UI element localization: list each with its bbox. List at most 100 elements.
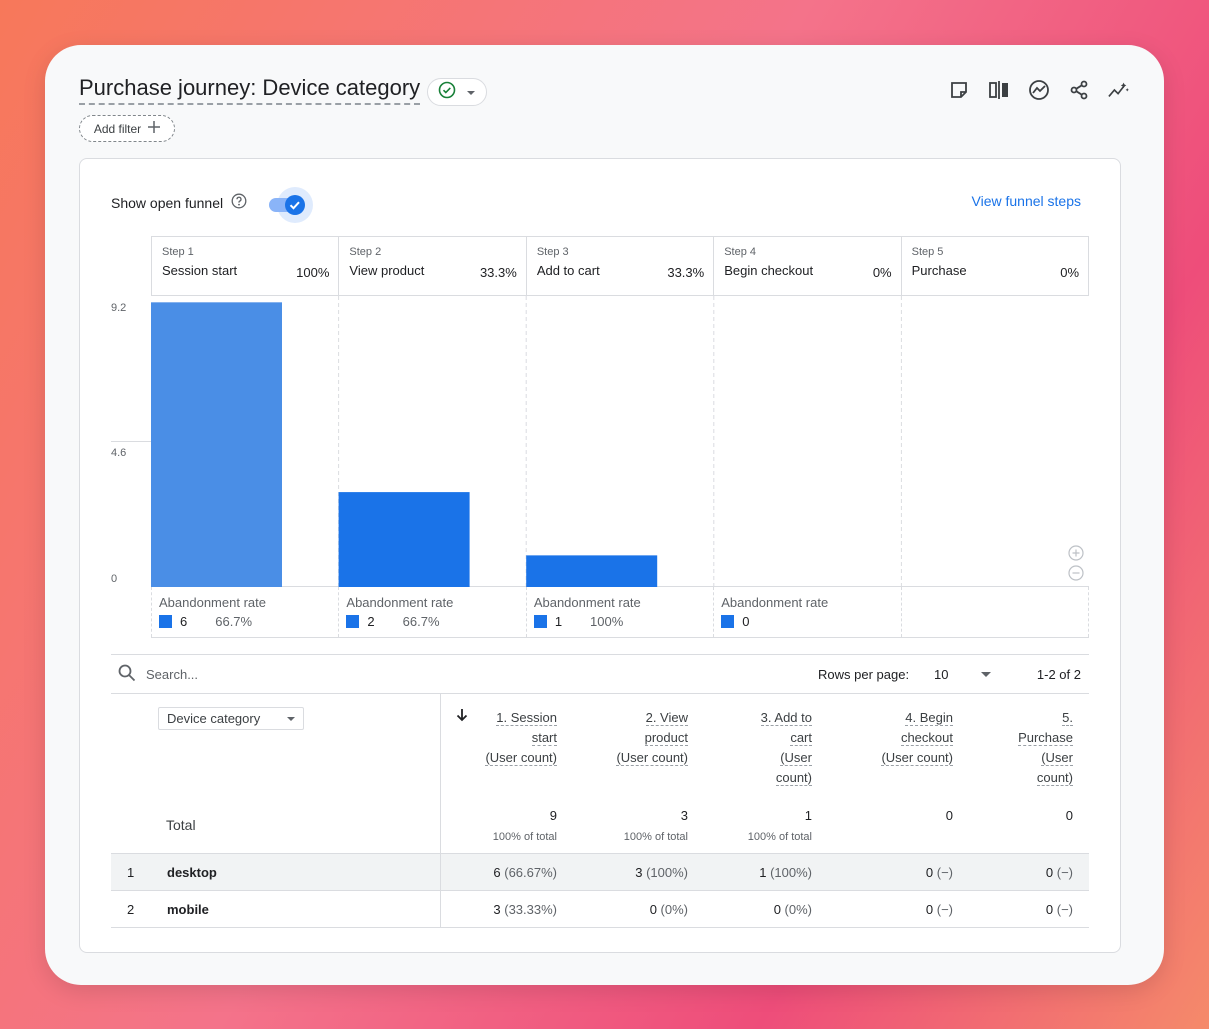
funnel-bar[interactable] xyxy=(526,555,658,587)
column-header[interactable]: 3. Add to cart (User count) xyxy=(760,708,812,788)
column-total: 9 100% of total xyxy=(493,808,557,843)
cell-percent: (100%) xyxy=(642,865,688,880)
cell-percent: (−) xyxy=(1053,865,1073,880)
column-header[interactable]: 4. Begin checkout (User count) xyxy=(881,708,953,768)
table-cell: 0 (−) xyxy=(1046,902,1073,917)
data-table: Search... Rows per page: 10 1-2 of 2 Dev… xyxy=(111,654,1089,928)
total-label: Total xyxy=(166,817,196,833)
search-icon[interactable] xyxy=(118,664,136,685)
step-percent: 0% xyxy=(872,265,892,280)
column-header-line: count) xyxy=(775,770,812,786)
column-header-line: count) xyxy=(1036,770,1073,786)
funnel-bar[interactable] xyxy=(338,492,470,587)
abandonment-label: Abandonment rate xyxy=(159,595,266,610)
table-cell: 6 (66.67%) xyxy=(493,865,557,880)
column-header-line: (User xyxy=(1041,750,1073,766)
open-funnel-toggle[interactable] xyxy=(267,187,315,223)
view-funnel-steps-link[interactable]: View funnel steps xyxy=(972,193,1081,209)
table-cell: 0 (−) xyxy=(1046,865,1073,880)
column-divider xyxy=(440,694,441,853)
open-funnel-label: Show open funnel xyxy=(111,194,224,211)
abandonment-count: 6 xyxy=(180,614,188,629)
insights-icon[interactable] xyxy=(1028,79,1050,101)
report-title[interactable]: Purchase journey: Device category xyxy=(79,75,421,105)
table-row[interactable]: 1 desktop 6 (66.67%) 3 (100%) 1 (100%) 0 (−) 0… xyxy=(111,854,1089,891)
column-header-line: (User xyxy=(780,750,812,766)
abandonment-cell: Abandonment rate 0 xyxy=(713,587,900,637)
sparkline-icon[interactable] xyxy=(1108,79,1130,101)
step-number: Step 2 xyxy=(349,246,382,258)
step-percent: 0% xyxy=(1060,265,1080,280)
cell-value: 6 xyxy=(493,865,501,880)
row-index: 2 xyxy=(127,902,135,917)
legend-swatch xyxy=(721,615,735,628)
toolbar xyxy=(948,79,1130,101)
y-tick-label: 0 xyxy=(111,573,118,585)
abandonment-cell: Abandonment rate 6 66.7% xyxy=(151,587,338,637)
zoom-out-icon[interactable] xyxy=(1068,565,1084,581)
step-number: Step 4 xyxy=(724,246,757,258)
step-number: Step 5 xyxy=(911,246,944,258)
column-header[interactable]: 1. Session start (User count) xyxy=(485,708,557,768)
abandonment-rate: 100% xyxy=(590,614,624,629)
table-row[interactable]: 2 mobile 3 (33.33%) 0 (0%) 0 (0%) 0 (−) 0 (−) xyxy=(111,891,1089,928)
funnel-step[interactable]: Step 1 Session start 100% xyxy=(151,237,338,295)
zoom-in-icon[interactable] xyxy=(1068,545,1084,561)
cell-value: 0 xyxy=(649,902,657,917)
total-value: 9 xyxy=(549,808,557,823)
column-header-line: 4. Begin xyxy=(905,710,953,726)
help-icon[interactable] xyxy=(231,193,247,212)
y-tick-line xyxy=(111,441,151,442)
open-funnel-row: Show open funnel xyxy=(111,193,247,212)
y-tick-label: 9.2 xyxy=(111,302,127,314)
step-name: Begin checkout xyxy=(724,263,814,278)
column-header-line: Purchase xyxy=(1018,730,1073,746)
funnel-steps-header: Step 1 Session start 100% Step 2 View pr… xyxy=(151,236,1090,296)
total-percent: 100% of total xyxy=(747,831,812,843)
funnel-step[interactable]: Step 4 Begin checkout 0% xyxy=(713,237,900,295)
funnel-step[interactable]: Step 5 Purchase 0% xyxy=(900,237,1090,295)
table-cell: 0 (0%) xyxy=(774,902,812,917)
column-header[interactable]: 2. View product (User count) xyxy=(616,708,688,768)
step-number: Step 3 xyxy=(536,246,569,258)
compare-icon[interactable] xyxy=(988,79,1010,101)
abandonment-cell-empty xyxy=(900,587,1090,637)
chevron-down-icon xyxy=(466,83,476,101)
chevron-down-icon[interactable] xyxy=(981,672,991,677)
row-dimension: mobile xyxy=(167,902,209,917)
step-name: Purchase xyxy=(911,263,967,278)
funnel-step[interactable]: Step 2 View product 33.3% xyxy=(338,237,525,295)
column-header[interactable]: 5. Purchase (User count) xyxy=(1018,708,1073,788)
rows-per-page-select[interactable]: 10 xyxy=(934,667,948,682)
plus-icon xyxy=(148,121,161,136)
share-icon[interactable] xyxy=(1068,79,1090,101)
abandonment-rate: 66.7% xyxy=(215,614,253,629)
table-cell: 1 (100%) xyxy=(759,865,812,880)
total-percent: 100% of total xyxy=(492,831,557,843)
dimension-select[interactable]: Device category xyxy=(158,707,304,730)
abandonment-label: Abandonment rate xyxy=(346,595,454,610)
abandonment-label: Abandonment rate xyxy=(533,595,641,610)
funnel-step[interactable]: Step 3 Add to cart 33.3% xyxy=(525,237,713,295)
column-header-line: 3. Add to xyxy=(760,710,812,726)
abandonment-rate: 66.7% xyxy=(402,614,440,629)
column-header-line: start xyxy=(531,730,557,746)
abandonment-count: 1 xyxy=(554,614,563,629)
column-header-line: cart xyxy=(790,730,812,746)
funnel-bar[interactable] xyxy=(151,302,282,587)
total-percent: 100% of total xyxy=(623,831,688,843)
abandonment-row: Abandonment rate 6 66.7% Abandonment rate… xyxy=(151,587,1090,638)
add-filter-button[interactable]: Add filter xyxy=(79,115,175,142)
note-icon[interactable] xyxy=(948,79,970,101)
column-total: 1 100% of total xyxy=(748,808,812,843)
check-circle-icon xyxy=(438,81,456,104)
search-input[interactable]: Search... xyxy=(146,667,198,682)
column-header-line: checkout xyxy=(900,730,953,746)
dimension-select-label: Device category xyxy=(167,711,261,726)
status-chip[interactable] xyxy=(427,78,487,106)
sort-down-arrow-icon[interactable] xyxy=(455,708,469,727)
table-header: Device category 1. Session start (User cou… xyxy=(111,694,1089,854)
table-cell: 0 (−) xyxy=(926,902,953,917)
row-dimension: desktop xyxy=(167,865,217,880)
step-number: Step 1 xyxy=(162,246,194,258)
